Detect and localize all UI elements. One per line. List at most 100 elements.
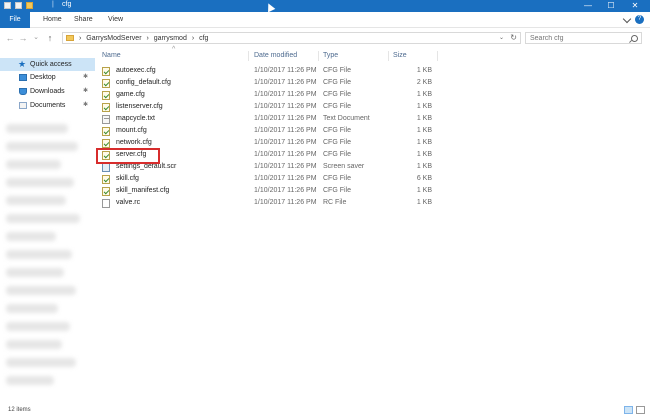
downloads-icon xyxy=(19,88,27,95)
pin-icon[interactable]: ✱ xyxy=(83,99,88,112)
minimize-button[interactable]: — xyxy=(576,0,600,12)
new-folder-icon[interactable] xyxy=(26,2,33,9)
sidebar-item-label: Quick access xyxy=(30,61,72,68)
tab-file[interactable]: File xyxy=(0,12,30,28)
file-row[interactable]: listenserver.cfg 1/10/2017 11:26 PM CFG Fi… xyxy=(96,101,650,113)
file-type: CFG File xyxy=(323,175,351,182)
file-row[interactable]: autoexec.cfg 1/10/2017 11:26 PM CFG File 1 … xyxy=(96,65,650,77)
file-name: game.cfg xyxy=(116,91,145,98)
cfg-file-icon xyxy=(102,127,110,136)
large-icons-view-icon[interactable] xyxy=(636,406,645,414)
file-row[interactable]: skill.cfg 1/10/2017 11:26 PM CFG File 6 KB xyxy=(96,173,650,185)
search-box[interactable] xyxy=(525,32,642,44)
file-name: listenserver.cfg xyxy=(116,103,163,110)
search-input[interactable] xyxy=(530,34,625,43)
file-type: CFG File xyxy=(323,91,351,98)
column-header-name[interactable]: Name xyxy=(102,51,121,61)
file-type: Text Document xyxy=(323,115,370,122)
column-header-size[interactable]: Size xyxy=(393,51,407,61)
blurred-sidebar-item xyxy=(6,250,72,259)
search-icon xyxy=(631,35,638,42)
cfg-file-icon xyxy=(102,175,110,184)
blurred-sidebar-item xyxy=(6,178,74,187)
breadcrumb-cfg[interactable]: cfg xyxy=(199,35,208,42)
file-type: CFG File xyxy=(323,79,351,86)
close-button[interactable]: ✕ xyxy=(623,0,647,12)
up-button[interactable]: ↑ xyxy=(44,32,56,44)
back-button[interactable]: ← xyxy=(4,32,16,44)
details-view-icon[interactable] xyxy=(624,406,633,414)
column-header-date[interactable]: Date modified xyxy=(254,51,297,61)
item-count: 12 items xyxy=(8,407,31,413)
properties-icon[interactable] xyxy=(4,2,11,9)
sidebar-item-downloads[interactable]: Downloads ✱ xyxy=(0,85,95,98)
sidebar-item-label: Desktop xyxy=(30,74,56,81)
file-date: 1/10/2017 11:26 PM xyxy=(254,139,317,146)
expand-ribbon-icon[interactable] xyxy=(622,14,632,24)
pin-icon[interactable]: ✱ xyxy=(83,85,88,98)
column-divider[interactable] xyxy=(248,51,249,61)
refresh-icon[interactable]: ↻ xyxy=(510,33,517,43)
file-name: skill.cfg xyxy=(116,175,139,182)
recent-locations-button[interactable]: ⌄ xyxy=(30,32,42,44)
tab-share[interactable]: Share xyxy=(66,12,101,28)
file-size: 1 KB xyxy=(416,91,432,98)
desktop-icon xyxy=(19,74,27,81)
breadcrumb-garrysmodserver[interactable]: GarrysModServer xyxy=(86,35,141,42)
file-date: 1/10/2017 11:26 PM xyxy=(254,115,317,122)
column-header-type[interactable]: Type xyxy=(323,51,338,61)
blurred-sidebar-item xyxy=(6,196,66,205)
cfg-file-icon xyxy=(102,187,110,196)
navigation-pane: ★ Quick access Desktop ✱ Downloads ✱ Doc… xyxy=(0,50,95,405)
column-divider[interactable] xyxy=(388,51,389,61)
file-date: 1/10/2017 11:26 PM xyxy=(254,163,317,170)
file-row[interactable]: mount.cfg 1/10/2017 11:26 PM CFG File 1 KB xyxy=(96,125,650,137)
column-divider[interactable] xyxy=(318,51,319,61)
sort-caret-icon: ^ xyxy=(172,46,176,53)
file-date: 1/10/2017 11:26 PM xyxy=(254,103,317,110)
pin-icon[interactable]: ✱ xyxy=(83,71,88,84)
maximize-button[interactable]: ☐ xyxy=(599,0,623,12)
file-row[interactable]: server.cfg 1/10/2017 11:26 PM CFG File 1 KB xyxy=(96,149,650,161)
forward-button[interactable]: → xyxy=(17,32,29,44)
help-icon[interactable]: ? xyxy=(635,15,644,24)
file-row[interactable]: valve.rc 1/10/2017 11:26 PM RC File 1 KB xyxy=(96,197,650,209)
file-type: CFG File xyxy=(323,151,351,158)
ribbon: File Home Share View ? xyxy=(0,12,650,28)
sidebar-item-documents[interactable]: Documents ✱ xyxy=(0,99,95,112)
breadcrumb-garrysmod[interactable]: garrysmod xyxy=(154,35,187,42)
blurred-sidebar-item xyxy=(6,340,62,349)
file-type: CFG File xyxy=(323,127,351,134)
address-path[interactable]: › GarrysModServer › garrysmod › cfg ⌄ ↻ xyxy=(62,32,521,44)
file-name: autoexec.cfg xyxy=(116,67,156,74)
file-size: 1 KB xyxy=(416,199,432,206)
cfg-file-icon xyxy=(102,91,110,100)
column-divider[interactable] xyxy=(437,51,438,61)
new-item-icon[interactable] xyxy=(15,2,22,9)
file-date: 1/10/2017 11:26 PM xyxy=(254,127,317,134)
file-row[interactable]: skill_manifest.cfg 1/10/2017 11:26 PM CFG … xyxy=(96,185,650,197)
status-bar: 12 items xyxy=(0,404,650,415)
mouse-cursor-icon xyxy=(264,1,276,13)
sidebar-item-quick-access[interactable]: ★ Quick access xyxy=(0,58,95,71)
sidebar-item-desktop[interactable]: Desktop ✱ xyxy=(0,71,95,84)
tab-home[interactable]: Home xyxy=(35,12,70,28)
file-row[interactable]: game.cfg 1/10/2017 11:26 PM CFG File 1 KB xyxy=(96,89,650,101)
blurred-sidebar-item xyxy=(6,268,64,277)
tab-view[interactable]: View xyxy=(100,12,131,28)
blurred-sidebar-item xyxy=(6,376,54,385)
cfg-file-icon xyxy=(102,79,110,88)
breadcrumb-separator: › xyxy=(146,35,149,42)
file-row[interactable]: config_default.cfg 1/10/2017 11:26 PM CFG … xyxy=(96,77,650,89)
address-dropdown-icon[interactable]: ⌄ xyxy=(499,33,504,43)
file-type: Screen saver xyxy=(323,163,365,170)
file-row[interactable]: settings_default.scr 1/10/2017 11:26 PM Sc… xyxy=(96,161,650,173)
file-row[interactable]: mapcycle.txt 1/10/2017 11:26 PM Text Docum… xyxy=(96,113,650,125)
file-row[interactable]: network.cfg 1/10/2017 11:26 PM CFG File 1 K… xyxy=(96,137,650,149)
file-date: 1/10/2017 11:26 PM xyxy=(254,187,317,194)
file-size: 1 KB xyxy=(416,67,432,74)
cfg-file-icon xyxy=(102,139,110,148)
blurred-sidebar-item xyxy=(6,322,70,331)
title-bar: | cfg — ☐ ✕ xyxy=(0,0,650,13)
cfg-file-icon xyxy=(102,103,110,112)
